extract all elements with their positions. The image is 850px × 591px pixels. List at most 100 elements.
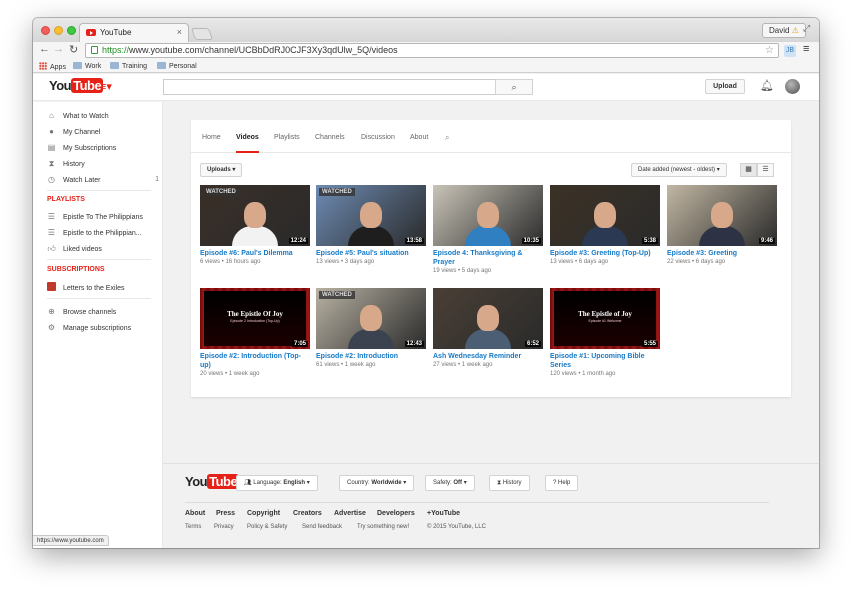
footer-link[interactable]: Developers (377, 510, 415, 517)
footer-link[interactable]: Privacy (214, 524, 234, 530)
sort-dropdown[interactable]: Date added (newest - oldest) ▾ (631, 163, 727, 177)
maximize-window-button[interactable] (67, 26, 76, 35)
video-thumbnail[interactable]: The Epistle Of Joy Episode 2 Introduction… (200, 288, 310, 349)
footer-youtube-logo[interactable]: You Tube (185, 474, 240, 489)
video-card[interactable]: 10:35 Episode 4: Thanksgiving & Prayer 19 … (433, 185, 543, 274)
uploads-dropdown[interactable]: Uploads ▾ (200, 163, 243, 177)
guide-item-label: Epistle to the Philippian... (63, 230, 142, 237)
video-thumbnail[interactable]: WATCHED 13:58 (316, 185, 426, 246)
playlists-heading[interactable]: PLAYLISTS (47, 196, 85, 203)
footer-link[interactable]: Advertise (334, 510, 366, 517)
bookmark-star-icon[interactable]: ☆ (765, 44, 774, 57)
video-card[interactable]: The Epistle of Joy Episode #1 Welcome 5:55… (550, 288, 660, 377)
video-card[interactable]: 5:38 Episode #3: Greeting (Top-Up) 13 view… (550, 185, 660, 265)
language-button[interactable]: 👥︎ Language: English ▾ (236, 475, 318, 491)
extension-icon[interactable]: JB (784, 45, 796, 57)
tab-home[interactable]: Home (202, 134, 221, 153)
video-title-link[interactable]: Episode #5: Paul's situation (316, 249, 426, 258)
guide-browse-channels[interactable]: ⊕ Browse channels (47, 307, 159, 317)
guide-item-my-subscriptions[interactable]: ▤ My Subscriptions (47, 143, 159, 153)
guide-playlist-1[interactable]: ☰ Epistle To The Philippians (47, 212, 159, 222)
guide-subscription-letters-to-the-exiles[interactable]: Letters to the Exiles (47, 282, 159, 292)
history-button[interactable]: ⧗ History (489, 475, 530, 491)
video-thumbnail[interactable]: 5:38 (550, 185, 660, 246)
fullscreen-icon[interactable]: ⤢ (803, 23, 810, 34)
video-card[interactable]: WATCHED 12:24 Episode #6: Paul's Dilemma 6 … (200, 185, 310, 265)
footer-link[interactable]: Send feedback (302, 524, 342, 530)
back-arrow-icon[interactable]: ← (39, 43, 50, 55)
forward-arrow-icon[interactable]: → (53, 43, 64, 55)
duration-badge: 9:46 (758, 238, 775, 244)
browser-tab[interactable]: YouTube × (79, 23, 189, 42)
video-thumbnail[interactable]: The Epistle of Joy Episode #1 Welcome 5:55 (550, 288, 660, 349)
minimize-window-button[interactable] (54, 26, 63, 35)
guide-item-what-to-watch[interactable]: ⌂ What to Watch (47, 111, 159, 121)
search-input[interactable] (163, 79, 496, 95)
footer-link[interactable]: Try something new! (357, 524, 409, 530)
footer-link[interactable]: +YouTube (427, 510, 460, 517)
avatar[interactable] (785, 79, 800, 94)
video-title-link[interactable]: Episode #3: Greeting (667, 249, 777, 258)
notifications-bell-icon[interactable]: 🔔︎ (760, 79, 774, 92)
video-title-link[interactable]: Episode #2: Introduction (316, 352, 426, 361)
guide-menu-icon[interactable]: ≡▾ (100, 80, 112, 93)
list-view-button[interactable]: ☰ (757, 163, 774, 177)
youtube-logo[interactable]: You Tube (49, 78, 104, 93)
reload-icon[interactable]: ↻ (69, 43, 78, 56)
video-title-link[interactable]: Ash Wednesday Reminder (433, 352, 543, 361)
video-thumbnail[interactable]: WATCHED 12:24 (200, 185, 310, 246)
country-button[interactable]: Country: Worldwide ▾ (339, 475, 415, 491)
address-bar[interactable]: https://www.youtube.com/channel/UCBbDdRJ… (85, 43, 779, 58)
guide-manage-subscriptions[interactable]: ⚙ Manage subscriptions (47, 323, 159, 333)
guide-item-my-channel[interactable]: ● My Channel (47, 127, 159, 137)
close-window-button[interactable] (41, 26, 50, 35)
guide-item-watch-later[interactable]: ◷ Watch Later 1 (47, 175, 159, 185)
video-title-link[interactable]: Episode 4: Thanksgiving & Prayer (433, 249, 543, 267)
channel-avatar-icon (47, 282, 56, 291)
tab-discussion[interactable]: Discussion (361, 134, 395, 153)
video-card[interactable]: 6:52 Ash Wednesday Reminder 27 views • 1 w… (433, 288, 543, 368)
footer-link[interactable]: Policy & Safety (247, 524, 287, 530)
video-thumbnail[interactable]: WATCHED 12:43 (316, 288, 426, 349)
video-title-link[interactable]: Episode #2: Introduction (Top-up) (200, 352, 310, 370)
video-title-link[interactable]: Episode #3: Greeting (Top-Up) (550, 249, 660, 258)
profile-button[interactable]: David ⚠ (762, 23, 806, 38)
title-bar: YouTube × David ⚠ ⤢ (33, 18, 819, 42)
bookmark-apps[interactable]: Apps (39, 62, 66, 71)
video-thumbnail[interactable]: 6:52 (433, 288, 543, 349)
guide-playlist-2[interactable]: ☰ Epistle to the Philippian... (47, 228, 159, 238)
footer-link[interactable]: Terms (185, 524, 201, 530)
video-card[interactable]: The Epistle Of Joy Episode 2 Introduction… (200, 288, 310, 377)
tab-playlists[interactable]: Playlists (274, 134, 300, 153)
grid-view-button[interactable]: ▦ (740, 163, 757, 177)
tab-channels[interactable]: Channels (315, 134, 345, 153)
video-title-link[interactable]: Episode #1: Upcoming Bible Series (550, 352, 660, 370)
language-icon: 👥︎ (244, 480, 252, 486)
search-button[interactable]: ⌕ (495, 79, 533, 95)
video-title-link[interactable]: Episode #6: Paul's Dilemma (200, 249, 310, 258)
bookmark-personal[interactable]: Personal (157, 62, 197, 71)
footer-link[interactable]: Creators (293, 510, 322, 517)
guide-item-history[interactable]: ⧗ History (47, 159, 159, 169)
video-card[interactable]: WATCHED 12:43 Episode #2: Introduction 61 v… (316, 288, 426, 368)
channel-search-icon[interactable]: ⌕ (445, 133, 449, 143)
video-card[interactable]: WATCHED 13:58 Episode #5: Paul's situation… (316, 185, 426, 265)
new-tab-button[interactable] (190, 28, 214, 40)
upload-button[interactable]: Upload (705, 79, 745, 94)
bookmark-training[interactable]: Training (110, 62, 147, 71)
tab-close-icon[interactable]: × (177, 27, 182, 37)
help-button[interactable]: ? Help (545, 475, 579, 491)
subscriptions-heading[interactable]: SUBSCRIPTIONS (47, 266, 105, 273)
tab-about[interactable]: About (410, 134, 428, 153)
guide-liked-videos[interactable]: 👍︎ Liked videos (47, 244, 159, 254)
bookmark-work[interactable]: Work (73, 62, 101, 71)
video-thumbnail[interactable]: 9:46 (667, 185, 777, 246)
video-thumbnail[interactable]: 10:35 (433, 185, 543, 246)
tab-videos[interactable]: Videos (236, 134, 259, 153)
browser-menu-icon[interactable]: ≡ (803, 43, 809, 55)
footer-link[interactable]: Press (216, 510, 235, 517)
video-card[interactable]: 9:46 Episode #3: Greeting 22 views • 6 day… (667, 185, 777, 265)
footer-link[interactable]: About (185, 510, 205, 517)
safety-button[interactable]: Safety: Off ▾ (425, 475, 475, 491)
footer-link[interactable]: Copyright (247, 510, 280, 517)
